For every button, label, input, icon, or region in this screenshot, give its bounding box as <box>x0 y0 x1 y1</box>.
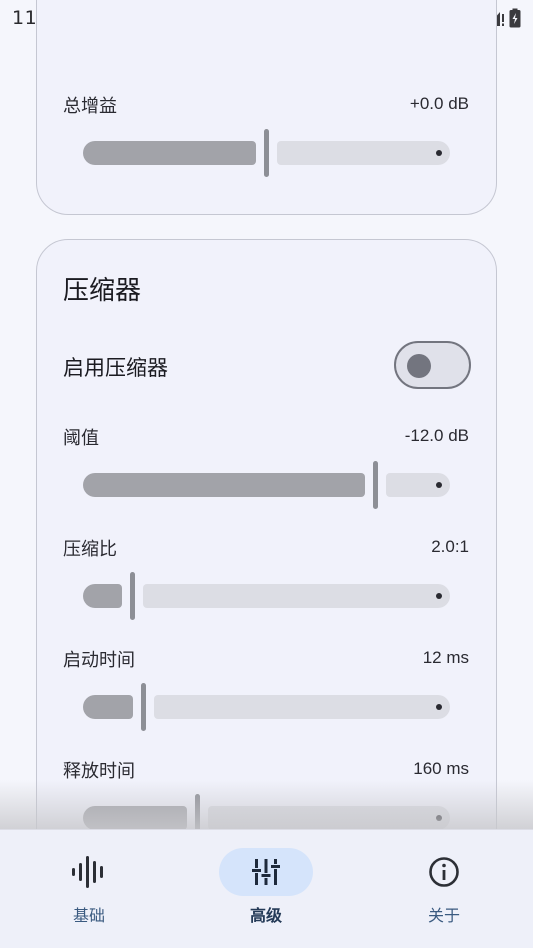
slider-handle[interactable] <box>264 129 269 177</box>
threshold-label: 阈值 <box>63 428 99 449</box>
bottom-navigation: 基础 高级 关于 <box>0 829 533 948</box>
slider-handle[interactable] <box>130 572 135 620</box>
enable-compressor-switch[interactable] <box>394 341 471 389</box>
nav-icon-container <box>397 848 491 896</box>
slider-handle[interactable] <box>141 683 146 731</box>
nav-icon-container <box>42 848 136 896</box>
nav-label: 基础 <box>72 906 105 925</box>
info-icon <box>429 857 459 887</box>
nav-label: 高级 <box>249 906 282 925</box>
ratio-slider[interactable] <box>83 572 450 620</box>
attack-value: 12 ms <box>422 648 469 667</box>
slider-inactive-track <box>154 695 450 719</box>
nav-item-about[interactable]: 关于 <box>374 830 514 948</box>
slider-active-track <box>83 584 122 608</box>
slider-handle[interactable] <box>373 461 378 509</box>
battery-icon <box>509 8 521 28</box>
gain-value: +0.0 dB <box>409 94 469 113</box>
slider-active-track <box>83 141 256 165</box>
waveform-icon <box>72 856 103 888</box>
slider-stop-indicator <box>436 150 442 156</box>
slider-inactive-track <box>277 141 450 165</box>
ratio-value: 2.0:1 <box>431 537 469 556</box>
nav-icon-container <box>219 848 313 896</box>
threshold-slider[interactable] <box>83 461 450 509</box>
slider-active-track <box>83 695 133 719</box>
slider-stop-indicator <box>436 482 442 488</box>
slider-active-track <box>83 473 365 497</box>
nav-item-basic[interactable]: 基础 <box>19 830 159 948</box>
threshold-value: -12.0 dB <box>404 426 469 445</box>
ratio-label: 压缩比 <box>63 539 117 560</box>
slider-stop-indicator <box>436 704 442 710</box>
nav-label: 关于 <box>427 906 460 925</box>
release-value: 160 ms <box>413 759 469 778</box>
slider-stop-indicator <box>436 593 442 599</box>
compressor-title: 压缩器 <box>63 276 142 306</box>
attack-slider[interactable] <box>83 683 450 731</box>
gain-label: 总增益 <box>63 96 117 117</box>
scroll-fade <box>0 780 533 832</box>
switch-knob <box>407 353 431 378</box>
gain-slider[interactable] <box>83 129 450 177</box>
tune-icon <box>252 859 280 885</box>
attack-label: 启动时间 <box>63 650 135 671</box>
slider-inactive-track <box>143 584 450 608</box>
nav-item-advanced[interactable]: 高级 <box>196 830 336 948</box>
enable-compressor-label: 启用压缩器 <box>63 356 168 380</box>
